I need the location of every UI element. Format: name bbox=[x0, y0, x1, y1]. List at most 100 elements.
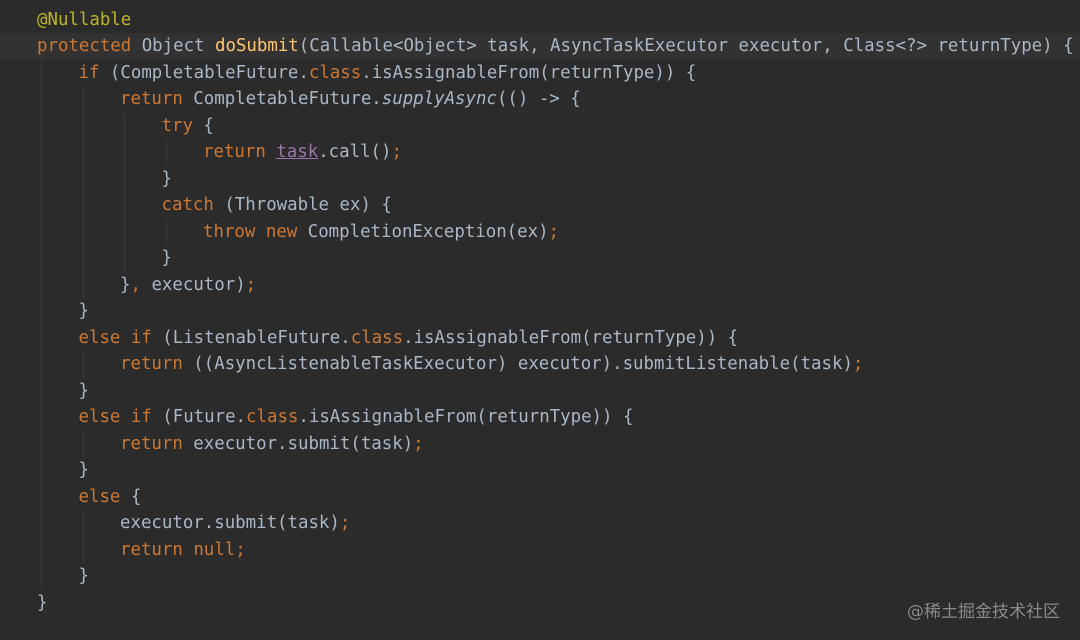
code-line[interactable]: if (CompletableFuture.class.isAssignable… bbox=[0, 60, 1080, 87]
watermark-text: @稀土掘金技术社区 bbox=[907, 602, 1060, 622]
code-line[interactable]: else { bbox=[0, 484, 1080, 511]
code-line[interactable]: else if (Future.class.isAssignableFrom(r… bbox=[0, 404, 1080, 431]
code-line[interactable]: return ((AsyncListenableTaskExecutor) ex… bbox=[0, 351, 1080, 378]
code-token: } bbox=[161, 168, 172, 189]
code-token: ; bbox=[245, 274, 257, 295]
code-token: } bbox=[78, 460, 89, 480]
code-token: } bbox=[78, 380, 89, 401]
code-token: else bbox=[78, 486, 121, 507]
code-token: CompletableFuture. bbox=[182, 89, 382, 109]
code-token: (CompletableFuture. bbox=[99, 62, 309, 83]
code-line[interactable]: executor.submit(task); bbox=[0, 510, 1080, 537]
code-token: ; bbox=[852, 354, 864, 374]
code-line[interactable]: return CompletableFuture.supplyAsync(() … bbox=[0, 86, 1080, 113]
code-line[interactable]: } bbox=[0, 298, 1080, 325]
code-line-content: throw new CompletionException(ex); bbox=[203, 219, 559, 246]
code-line-content: return CompletableFuture.supplyAsync(() … bbox=[120, 86, 581, 113]
code-token: if bbox=[78, 62, 100, 83]
code-line-content: }, executor); bbox=[120, 272, 256, 299]
code-line-content: } bbox=[79, 563, 89, 590]
code-line-content: } bbox=[162, 245, 172, 272]
code-token: ; bbox=[413, 433, 424, 454]
code-token: null bbox=[193, 539, 236, 560]
code-token: catch bbox=[161, 195, 214, 215]
code-line-content: } bbox=[79, 378, 89, 405]
code-token: return bbox=[120, 354, 183, 374]
code-line[interactable]: throw new CompletionException(ex); bbox=[0, 219, 1080, 246]
code-line[interactable]: } bbox=[0, 245, 1080, 272]
code-token: protected bbox=[37, 36, 132, 56]
code-token: .isAssignableFrom(returnType)) { bbox=[361, 62, 697, 83]
code-line-content: } bbox=[79, 457, 89, 484]
code-token: Object bbox=[131, 36, 215, 56]
code-token: @Nullable bbox=[37, 9, 132, 30]
code-line[interactable]: } bbox=[0, 166, 1080, 193]
code-line[interactable]: return null; bbox=[0, 537, 1080, 564]
code-token: ; bbox=[391, 142, 402, 162]
code-token: .call() bbox=[318, 142, 392, 162]
code-line[interactable]: else if (ListenableFuture.class.isAssign… bbox=[0, 325, 1080, 352]
code-line-content: try { bbox=[162, 113, 214, 140]
code-token: (Future. bbox=[151, 407, 247, 427]
code-token: return bbox=[120, 433, 183, 454]
code-token: , bbox=[130, 274, 141, 295]
code-token: class bbox=[308, 62, 362, 83]
code-token: task bbox=[276, 142, 319, 162]
code-token: (Throwable ex) { bbox=[213, 195, 392, 215]
code-token: doSubmit bbox=[215, 36, 299, 56]
code-line[interactable]: } bbox=[0, 378, 1080, 405]
code-line-content: } bbox=[79, 298, 89, 325]
code-line[interactable]: return executor.submit(task); bbox=[0, 431, 1080, 458]
code-line-content: } bbox=[37, 590, 47, 617]
code-token: return bbox=[120, 89, 183, 109]
code-token: supplyAsync bbox=[381, 89, 497, 109]
code-line-content: catch (Throwable ex) { bbox=[162, 192, 392, 219]
code-token: ; bbox=[548, 221, 560, 242]
code-token: .isAssignableFrom(returnType)) { bbox=[298, 407, 634, 427]
code-editor[interactable]: @Nullable protected Object doSubmit(Calla… bbox=[0, 0, 1080, 640]
code-line-content: executor.submit(task); bbox=[120, 510, 350, 537]
code-token: return bbox=[120, 539, 183, 560]
code-line-content: if (CompletableFuture.class.isAssignable… bbox=[79, 60, 697, 87]
code-token: { bbox=[120, 486, 142, 507]
code-token: } bbox=[78, 301, 89, 321]
code-line[interactable]: protected Object doSubmit(Callable<Objec… bbox=[0, 33, 1080, 60]
code-line-content: @Nullable bbox=[37, 7, 131, 34]
code-line[interactable]: try { bbox=[0, 113, 1080, 140]
code-line-content: return ((AsyncListenableTaskExecutor) ex… bbox=[120, 351, 863, 378]
code-line[interactable]: return task.call(); bbox=[0, 139, 1080, 166]
code-line[interactable]: }, executor); bbox=[0, 272, 1080, 299]
code-token: return bbox=[203, 142, 266, 162]
code-token: executor.submit(task) bbox=[182, 433, 414, 454]
code-line-content: else { bbox=[79, 484, 142, 511]
code-line-content: } bbox=[162, 166, 172, 193]
code-token: ; bbox=[339, 513, 351, 533]
code-token: class bbox=[350, 327, 404, 348]
code-token: { bbox=[192, 115, 214, 136]
code-line[interactable]: } bbox=[0, 563, 1080, 590]
code-line-content: return null; bbox=[120, 537, 246, 564]
code-line[interactable]: catch (Throwable ex) { bbox=[0, 192, 1080, 219]
code-token: } bbox=[78, 566, 89, 586]
code-line-content: protected Object doSubmit(Callable<Objec… bbox=[37, 33, 1074, 60]
code-line-content: return task.call(); bbox=[203, 139, 402, 166]
code-token: (Callable<Object> task, AsyncTaskExecuto… bbox=[298, 36, 1074, 56]
code-token: else if bbox=[78, 407, 152, 427]
code-token: class bbox=[246, 407, 299, 427]
code-token: (ListenableFuture. bbox=[151, 327, 351, 348]
code-token: executor) bbox=[140, 274, 246, 295]
code-line[interactable]: @Nullable bbox=[0, 7, 1080, 34]
code-token: throw bbox=[203, 221, 256, 242]
code-token: else if bbox=[78, 327, 152, 348]
code-line[interactable]: } bbox=[0, 457, 1080, 484]
code-token: (() -> { bbox=[496, 89, 581, 109]
editor-top-edge bbox=[0, 0, 1080, 4]
code-line-content: else if (ListenableFuture.class.isAssign… bbox=[79, 325, 739, 352]
code-token: executor.submit(task) bbox=[120, 513, 340, 533]
code-token: new bbox=[265, 221, 298, 242]
code-line-content: else if (Future.class.isAssignableFrom(r… bbox=[79, 404, 634, 431]
code-token: } bbox=[37, 592, 48, 613]
